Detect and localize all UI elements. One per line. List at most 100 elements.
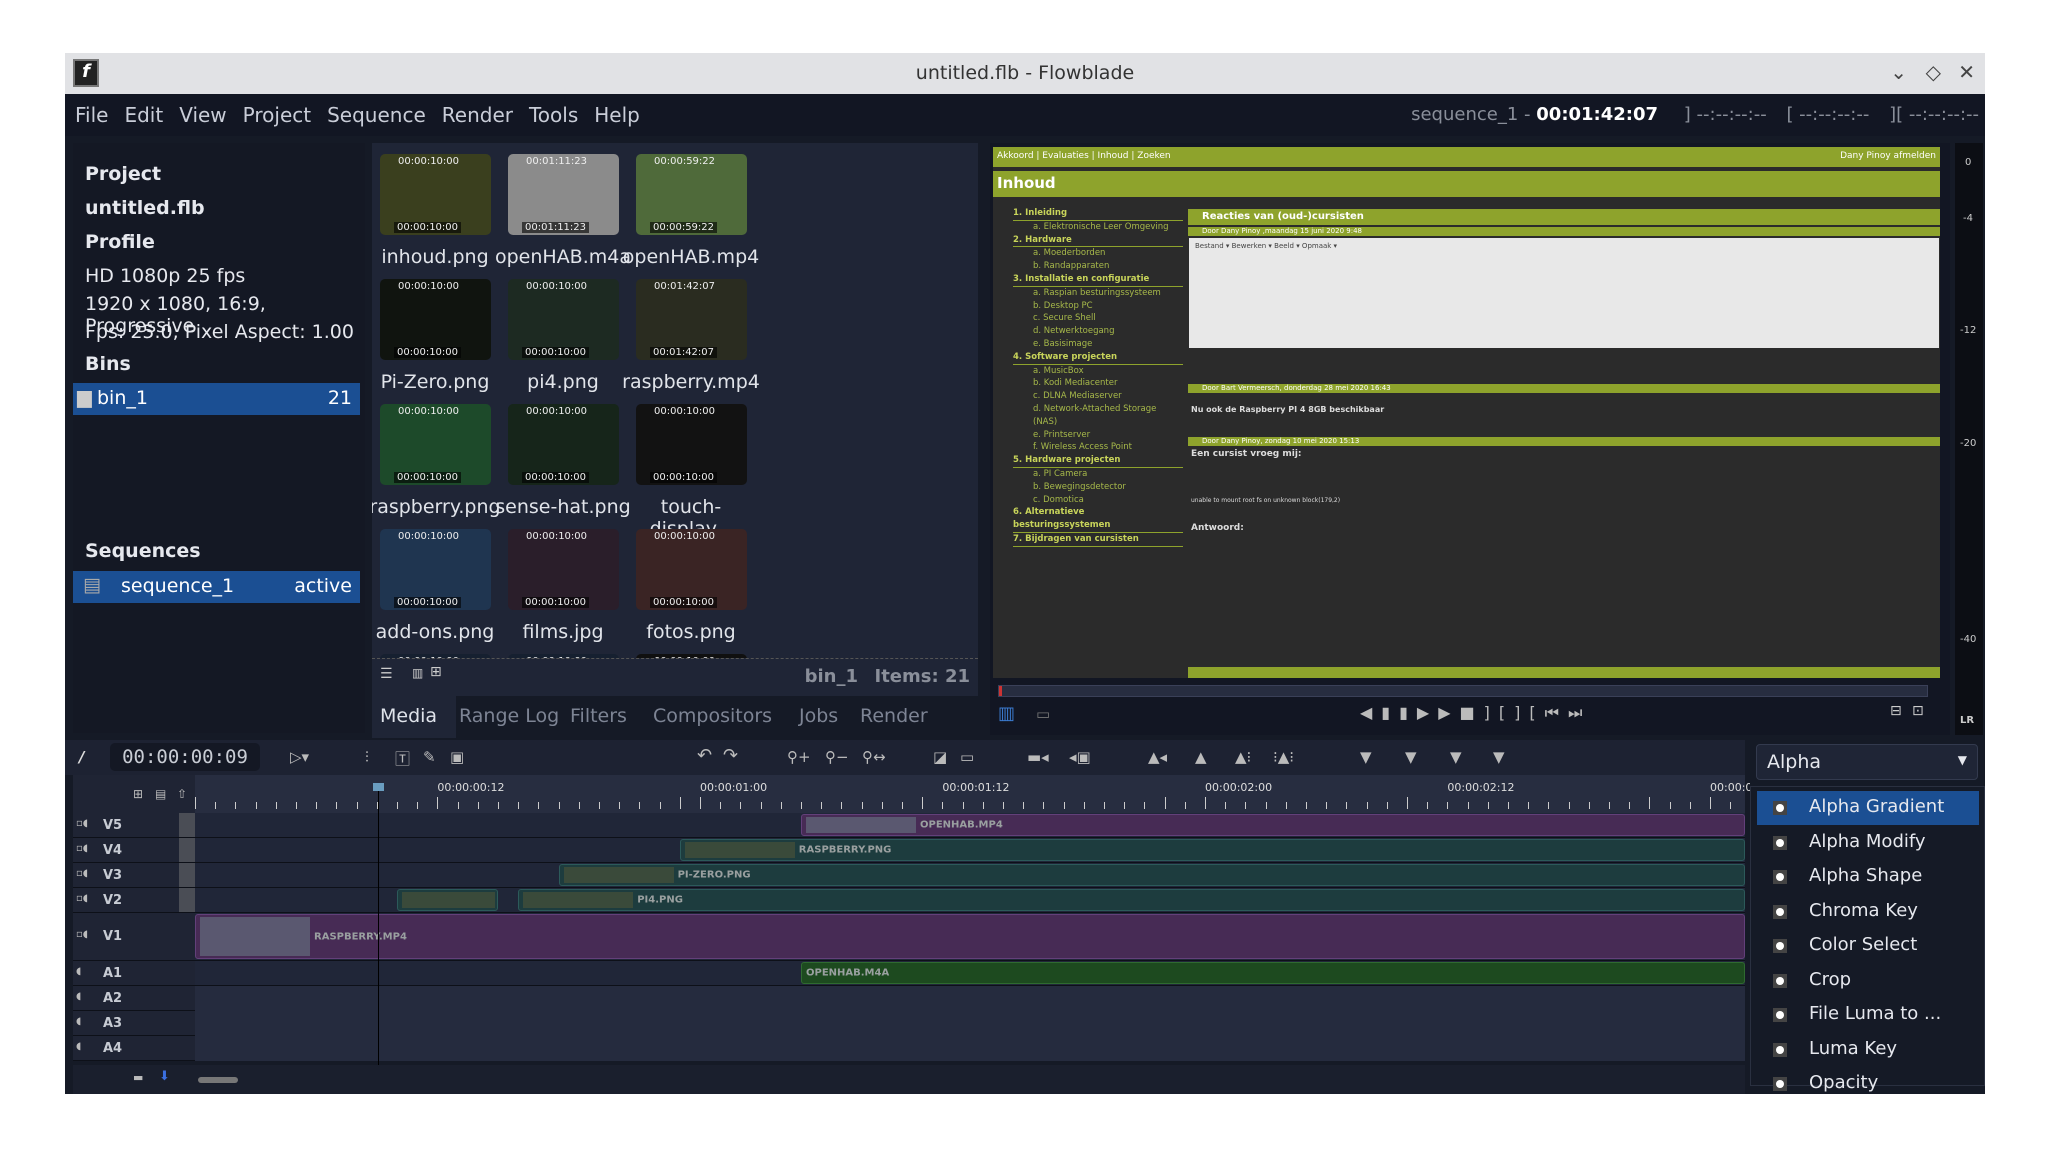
list-view-icon[interactable]: ☰ xyxy=(380,666,393,682)
media-item-label[interactable]: raspberry.mp4 xyxy=(621,371,761,393)
toc-item[interactable]: a. Raspian besturingssysteem xyxy=(1013,287,1183,300)
track-header[interactable]: ◖ A1 xyxy=(73,961,195,986)
timeline-clip[interactable]: OPENHAB.M4A xyxy=(801,962,1745,984)
track-header[interactable]: ▫◖ V5 xyxy=(73,813,195,838)
next-frame-icon[interactable]: ▮▶ xyxy=(1399,703,1438,722)
resync-icon[interactable]: ▭ xyxy=(960,748,974,766)
track-header[interactable]: ◖ A2 xyxy=(73,986,195,1011)
toc-item[interactable]: c. DLNA Mediaserver xyxy=(1013,390,1183,403)
track-height-icon[interactable]: ⊞ xyxy=(133,787,143,801)
toc-item[interactable]: 6. Alternatieve besturingssystemen xyxy=(1013,506,1183,533)
track-mute-icon[interactable]: ◖ xyxy=(76,1016,81,1027)
media-thumbnail[interactable]: 00:00:10:00 00:00:10:00 xyxy=(508,279,619,360)
track-lane[interactable]: OPENHAB.M4A xyxy=(195,961,1745,986)
tab-render[interactable]: Render xyxy=(860,705,928,727)
track-mute-icon[interactable]: ▫◖ xyxy=(76,893,88,904)
timeline-scrollbar[interactable] xyxy=(195,1065,1745,1094)
filter-item[interactable]: Color Select xyxy=(1757,929,1979,963)
toc-item[interactable]: 7. Bijdragen van cursisten xyxy=(1013,533,1183,547)
timeline-ruler[interactable]: 00:00:00:12 00:00:01:00 00:00:01:12 00:00:0… xyxy=(195,775,1777,813)
prev-frame-icon[interactable]: ◀▮ xyxy=(1360,703,1399,722)
track-lane[interactable]: PI-ZERO.PNG xyxy=(195,863,1745,888)
menu-help[interactable]: Help xyxy=(586,94,648,136)
toc-item[interactable]: 1. Inleiding xyxy=(1013,207,1183,221)
track-mute-icon[interactable]: ▫◖ xyxy=(76,868,88,879)
toc-item[interactable]: b. Desktop PC xyxy=(1013,300,1183,313)
track-header[interactable]: ▫◖ V4 xyxy=(73,838,195,863)
toc-item[interactable]: a. Moederborden xyxy=(1013,247,1183,260)
media-item-label[interactable]: pi4.png xyxy=(493,371,633,393)
track-mute-icon[interactable]: ◖ xyxy=(76,991,81,1002)
media-item-label[interactable]: films.jpg xyxy=(493,621,633,643)
track-lock[interactable] xyxy=(179,838,195,862)
filter-item[interactable]: Alpha Gradient xyxy=(1757,791,1979,825)
insert-icon[interactable]: ▲◂ xyxy=(1148,748,1167,766)
tab-compositors[interactable]: Compositors xyxy=(653,705,772,727)
track-lane[interactable]: PI4.PNG xyxy=(195,888,1745,913)
track-header[interactable]: ▫◖ V3 xyxy=(73,863,195,888)
media-thumbnail[interactable]: 00:01:11:23 00:01:11:23 xyxy=(508,154,619,235)
track-mute-icon[interactable]: ▫◖ xyxy=(76,843,88,854)
mark-out-icon[interactable]: ] xyxy=(1484,703,1499,722)
media-thumbnail[interactable]: 00:00:10:00 00:00:10:00 xyxy=(636,404,747,485)
mixer-icon[interactable]: ⫶ xyxy=(365,748,369,766)
track-mute-icon[interactable]: ◖ xyxy=(76,1041,81,1052)
toc-item[interactable]: 2. Hardware xyxy=(1013,234,1183,248)
media-thumbnail[interactable]: 00:00:10:00 00:00:10:00 xyxy=(380,404,491,485)
filter-item[interactable]: Chroma Key xyxy=(1757,895,1979,929)
media-item-label[interactable]: Pi-Zero.png xyxy=(372,371,505,393)
media-thumbnail[interactable]: 00:00:59:22 00:00:59:22 xyxy=(636,154,747,235)
redo-icon[interactable]: ↷ xyxy=(723,745,738,766)
filter-item[interactable]: Alpha Shape xyxy=(1757,860,1979,894)
media-thumbnail[interactable]: 00:00:10:00 00:00:10:00 xyxy=(380,529,491,610)
clip-view-icon[interactable]: ▭ xyxy=(1036,705,1050,723)
track-header[interactable]: ▫◖ V1 xyxy=(73,913,195,961)
toc-item[interactable]: f. Wireless Access Point xyxy=(1013,441,1183,454)
timeline-view-icon[interactable]: ▥ xyxy=(998,703,1015,724)
split-icon[interactable]: ◪ xyxy=(933,748,947,766)
toc-item[interactable]: 5. Hardware projecten xyxy=(1013,454,1183,468)
three-point-icon[interactable]: ⁝▲⁝ xyxy=(1273,748,1294,766)
filter-item[interactable]: Opacity xyxy=(1757,1067,1979,1101)
monitor-icon[interactable]: ⊡ xyxy=(1912,703,1924,719)
minimize-button[interactable]: ⌄ xyxy=(1890,60,1907,84)
toc-item[interactable]: b. Bewegingsdetector xyxy=(1013,481,1183,494)
toc-item[interactable]: a. PI Camera xyxy=(1013,468,1183,481)
track-lock[interactable] xyxy=(179,888,195,912)
track-lane[interactable] xyxy=(195,1011,1745,1036)
media-item-label[interactable]: sense-hat.png xyxy=(493,496,633,518)
remove-marker-icon[interactable]: ⚲− xyxy=(825,748,849,766)
tab-jobs[interactable]: Jobs xyxy=(799,705,838,727)
close-button[interactable]: ✕ xyxy=(1958,60,1975,84)
sequence-item[interactable]: ▤ sequence_1 active xyxy=(73,571,360,603)
toc-item[interactable]: d. Netwerktoegang xyxy=(1013,325,1183,338)
timeline-clip[interactable]: PI4.PNG xyxy=(518,889,1745,911)
media-item-label[interactable]: openHAB.m4a xyxy=(493,246,633,268)
track-mute-icon[interactable]: ▫◖ xyxy=(76,929,88,940)
lift-icon[interactable]: ▬◂ xyxy=(1027,748,1049,766)
mark-in-icon[interactable]: [ xyxy=(1499,703,1514,722)
toc-item[interactable]: 3. Installatie en configuratie xyxy=(1013,273,1183,287)
menu-render[interactable]: Render xyxy=(434,94,521,136)
track-lane[interactable]: RASPBERRY.MP4 xyxy=(195,913,1745,961)
columns-icon[interactable]: ▥ xyxy=(412,666,423,680)
track-lane[interactable] xyxy=(195,1036,1745,1061)
media-thumbnail[interactable]: 00:00:10:00 00:00:10:00 xyxy=(508,529,619,610)
toc-item[interactable]: a. MusicBox xyxy=(1013,365,1183,378)
overwrite-icon[interactable]: ▲ xyxy=(1195,748,1207,766)
g-mic-icon[interactable]: ✎ xyxy=(423,748,436,766)
menu-project[interactable]: Project xyxy=(235,94,319,136)
video-preview[interactable]: Akkoord | Evaluaties | Inhoud | Zoeken D… xyxy=(993,147,1940,678)
media-thumbnail[interactable]: 00:01:42:07 00:01:42:07 xyxy=(636,279,747,360)
track-lane[interactable]: RASPBERRY.PNG xyxy=(195,838,1745,863)
toc-item[interactable]: c. Secure Shell xyxy=(1013,312,1183,325)
timeline-clip[interactable]: PI-ZERO.PNG xyxy=(558,864,1745,886)
marker-range-icon[interactable]: ⚲↔ xyxy=(862,748,886,766)
toc-item[interactable]: b. Kodi Mediacenter xyxy=(1013,377,1183,390)
toc-item[interactable]: b. Randapparaten xyxy=(1013,260,1183,273)
compositor-3-icon[interactable]: ▼ xyxy=(1450,748,1462,766)
media-item-label[interactable]: inhoud.png xyxy=(372,246,505,268)
bin-item[interactable]: ▆ bin_1 21 xyxy=(73,383,360,415)
clear-marks-icon[interactable]: ][ xyxy=(1514,703,1544,722)
filter-item[interactable]: Crop xyxy=(1757,964,1979,998)
